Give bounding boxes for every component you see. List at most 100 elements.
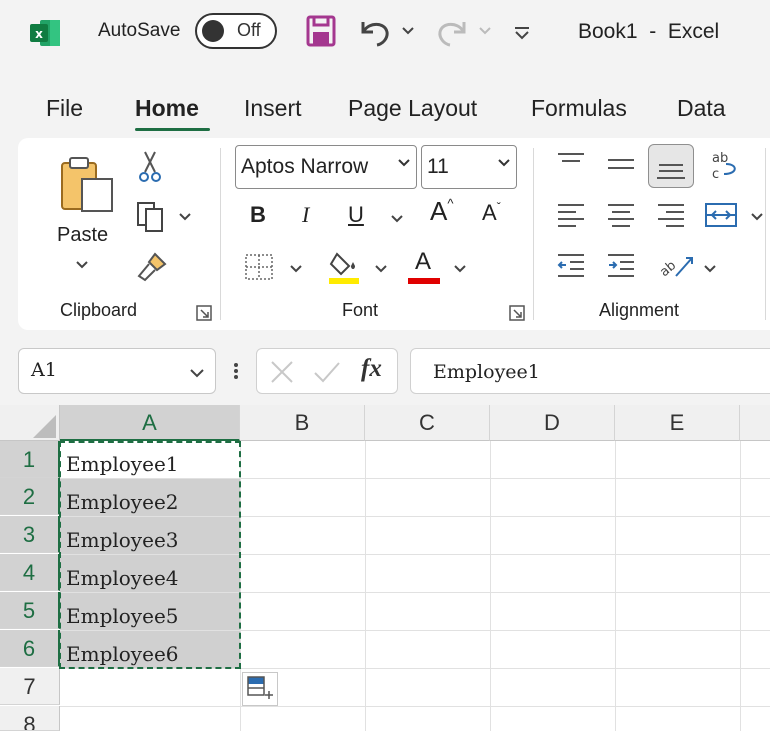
enter-icon[interactable]: [312, 359, 342, 385]
cut-icon[interactable]: [137, 150, 163, 184]
underline-button[interactable]: U: [348, 202, 364, 228]
align-center-icon[interactable]: [606, 200, 636, 230]
bold-button[interactable]: B: [250, 202, 266, 228]
font-name-value: Aptos Narrow: [241, 155, 369, 178]
column-header-e[interactable]: E: [615, 405, 740, 441]
caret-up-icon: ^: [447, 196, 454, 211]
column-header-a[interactable]: A: [60, 405, 240, 441]
font-color-swatch: [408, 278, 440, 284]
formula-value: Employee1: [433, 361, 540, 383]
font-color-icon[interactable]: A: [408, 248, 440, 286]
font-color-chevron-icon[interactable]: [453, 262, 467, 274]
wrap-text-icon[interactable]: ab c: [708, 148, 742, 184]
group-divider: [765, 148, 766, 320]
align-right-icon[interactable]: [656, 200, 686, 230]
tab-home[interactable]: Home: [135, 95, 199, 122]
font-size-select[interactable]: 11: [421, 145, 517, 189]
title-bar: x AutoSave Off Book1 - Excel: [0, 0, 770, 66]
grow-font-letter: A: [430, 196, 448, 226]
autosave-state: Off: [237, 20, 261, 40]
row-header-8[interactable]: 8: [0, 706, 60, 731]
shrink-font-button[interactable]: Aˇ: [482, 200, 501, 226]
paste-icon[interactable]: [58, 155, 116, 215]
fill-color-chevron-icon[interactable]: [374, 262, 388, 274]
increase-indent-icon[interactable]: [606, 250, 636, 280]
save-icon[interactable]: [305, 14, 337, 48]
formula-buttons: fx: [256, 348, 398, 394]
format-painter-icon[interactable]: [135, 250, 169, 282]
merge-center-icon[interactable]: [704, 200, 738, 230]
borders-icon[interactable]: [243, 252, 275, 282]
workbook-title: Book1 - Excel: [578, 20, 720, 43]
tab-page-layout[interactable]: Page Layout: [348, 95, 477, 122]
customize-toolbar-icon[interactable]: [512, 20, 532, 44]
paste-label[interactable]: Paste: [57, 224, 108, 247]
column-header-b[interactable]: B: [240, 405, 365, 441]
tab-file[interactable]: File: [46, 95, 83, 122]
row-header-2[interactable]: 2: [0, 478, 60, 515]
chevron-down-icon: [398, 159, 410, 167]
name-box[interactable]: A1: [18, 348, 216, 394]
top-align-icon[interactable]: [556, 150, 586, 176]
row-header-6[interactable]: 6: [0, 630, 60, 667]
tab-insert[interactable]: Insert: [244, 95, 302, 122]
bottom-align-icon: [657, 164, 685, 179]
copy-icon[interactable]: [135, 200, 169, 232]
redo-icon[interactable]: [432, 14, 472, 48]
name-box-value: A1: [31, 359, 57, 381]
align-left-icon[interactable]: [556, 200, 586, 230]
bottom-align-button[interactable]: [648, 144, 694, 188]
formula-input[interactable]: Employee1: [410, 348, 770, 394]
row-header-5[interactable]: 5: [0, 592, 60, 629]
autosave-toggle[interactable]: Off: [195, 13, 277, 49]
group-divider: [220, 148, 221, 320]
cancel-icon[interactable]: [269, 359, 295, 385]
underline-chevron-icon[interactable]: [390, 212, 404, 224]
clipboard-launcher-icon[interactable]: [196, 305, 212, 321]
active-tab-indicator: [135, 128, 210, 131]
shrink-font-letter: A: [482, 200, 497, 225]
italic-button[interactable]: I: [302, 202, 309, 228]
tab-formulas[interactable]: Formulas: [531, 95, 627, 122]
column-header-c[interactable]: C: [365, 405, 490, 441]
decrease-indent-icon[interactable]: [556, 250, 586, 280]
orientation-chevron-icon[interactable]: [703, 262, 717, 274]
chevron-down-icon: [498, 159, 510, 167]
alignment-group-label: Alignment: [599, 300, 680, 320]
font-name-select[interactable]: Aptos Narrow: [235, 145, 417, 189]
font-group-label: Font: [342, 300, 379, 320]
svg-text:ab: ab: [712, 151, 728, 166]
svg-text:c: c: [712, 167, 719, 182]
tab-data[interactable]: Data: [677, 95, 726, 122]
row-header-3[interactable]: 3: [0, 516, 60, 553]
paste-options-button[interactable]: [242, 672, 278, 706]
orientation-icon[interactable]: ab: [656, 248, 696, 282]
row-header-4[interactable]: 4: [0, 554, 60, 591]
more-options-icon[interactable]: [230, 358, 242, 384]
font-launcher-icon[interactable]: [509, 305, 525, 321]
caret-down-icon: ˇ: [496, 200, 501, 214]
copy-marquee: [59, 441, 241, 669]
merge-chevron-icon[interactable]: [750, 210, 764, 222]
select-all-corner[interactable]: [0, 405, 60, 441]
copy-chevron-icon[interactable]: [178, 210, 192, 222]
grow-font-button[interactable]: A^: [430, 196, 453, 227]
clipboard-group-label: Clipboard: [60, 300, 138, 320]
undo-dropdown-chevron-icon[interactable]: [400, 22, 416, 38]
column-header-d[interactable]: D: [490, 405, 615, 441]
middle-align-icon[interactable]: [606, 150, 636, 180]
insert-function-icon[interactable]: fx: [361, 355, 382, 383]
font-size-value: 11: [427, 155, 449, 178]
redo-dropdown-chevron-icon[interactable]: [477, 22, 493, 38]
fill-color-icon[interactable]: [327, 248, 361, 286]
row-header-7[interactable]: 7: [0, 668, 60, 705]
undo-icon[interactable]: [355, 14, 395, 48]
borders-chevron-icon[interactable]: [289, 262, 303, 274]
select-all-triangle-icon: [33, 415, 56, 438]
paste-chevron-icon[interactable]: [75, 258, 89, 270]
toggle-knob: [202, 20, 224, 42]
column-header-f[interactable]: [740, 405, 770, 441]
gridline: [365, 441, 366, 731]
gridline: [60, 706, 770, 707]
row-header-1[interactable]: 1: [0, 441, 60, 478]
